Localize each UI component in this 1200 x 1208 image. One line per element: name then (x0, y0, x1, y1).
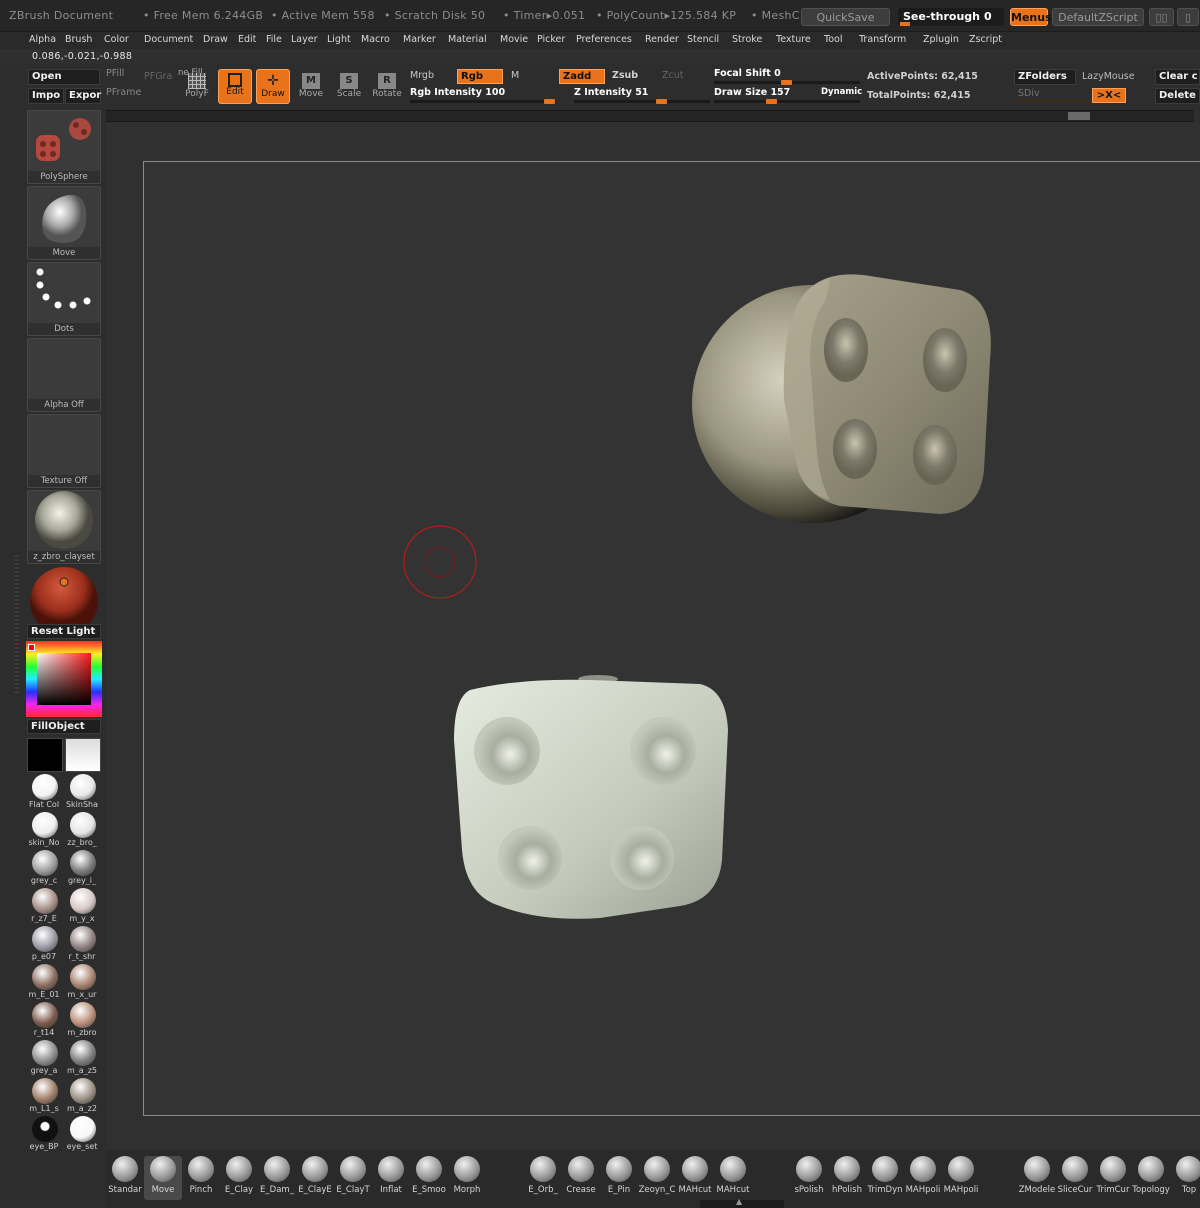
brush-4[interactable]: E_Dam_ (258, 1156, 296, 1200)
brush-icon-11 (568, 1156, 594, 1182)
brush-icon-16 (796, 1156, 822, 1182)
brush-6[interactable]: E_ClayT (334, 1156, 372, 1200)
brush-13[interactable]: Zeoyn_C (638, 1156, 676, 1200)
brush-20[interactable]: MAHpoli (942, 1156, 980, 1200)
brush-16[interactable]: sPolish (790, 1156, 828, 1200)
brush-icon-23 (1100, 1156, 1126, 1182)
brush-0[interactable]: Standar (106, 1156, 144, 1200)
brush-label-15: MAHcut (716, 1185, 750, 1195)
brush-icon-1 (150, 1156, 176, 1182)
brush-7[interactable]: Inflat (372, 1156, 410, 1200)
brush-label-25: Top (1181, 1185, 1197, 1195)
brush-icon-0 (112, 1156, 138, 1182)
brush-icon-12 (606, 1156, 632, 1182)
brush-cursor (403, 525, 477, 599)
brush-icon-5 (302, 1156, 328, 1182)
brush-12[interactable]: E_Pin (600, 1156, 638, 1200)
sphere-cube-model[interactable] (692, 274, 991, 523)
brush-icon-6 (340, 1156, 366, 1182)
brush-icon-7 (378, 1156, 404, 1182)
brush-icon-17 (834, 1156, 860, 1182)
brush-icon-24 (1138, 1156, 1164, 1182)
brush-icon-10 (530, 1156, 556, 1182)
brush-10[interactable]: E_Orb_ (524, 1156, 562, 1200)
brush-2[interactable]: Pinch (182, 1156, 220, 1200)
brush-icon-22 (1062, 1156, 1088, 1182)
brush-icon-20 (948, 1156, 974, 1182)
viewport-models (403, 274, 991, 919)
shelf-collapse-tab[interactable]: ▲ (700, 1197, 784, 1208)
brush-icon-21 (1024, 1156, 1050, 1182)
brush-icon-4 (264, 1156, 290, 1182)
brush-icon-19 (910, 1156, 936, 1182)
brush-icon-14 (682, 1156, 708, 1182)
brush-23[interactable]: TrimCur (1094, 1156, 1132, 1200)
brush-22[interactable]: SliceCur (1056, 1156, 1094, 1200)
brush-9[interactable]: Morph (448, 1156, 486, 1200)
brush-icon-3 (226, 1156, 252, 1182)
brush-25[interactable]: Top (1170, 1156, 1200, 1200)
brush-18[interactable]: TrimDyn (866, 1156, 904, 1200)
cube-model[interactable] (454, 675, 728, 919)
brush-15[interactable]: MAHcut (714, 1156, 752, 1200)
brush-icon-18 (872, 1156, 898, 1182)
brush-17[interactable]: hPolish (828, 1156, 866, 1200)
brush-14[interactable]: MAHcut (676, 1156, 714, 1200)
brush-icon-15 (720, 1156, 746, 1182)
brush-icon-2 (188, 1156, 214, 1182)
brush-label-9: Morph (453, 1185, 481, 1195)
brush-11[interactable]: Crease (562, 1156, 600, 1200)
brush-icon-25 (1176, 1156, 1200, 1182)
brush-icon-13 (644, 1156, 670, 1182)
brush-19[interactable]: MAHpoli (904, 1156, 942, 1200)
brush-icon-8 (416, 1156, 442, 1182)
brush-3[interactable]: E_Clay (220, 1156, 258, 1200)
brush-24[interactable]: Topology (1132, 1156, 1170, 1200)
zbrush-window: ZBrush Document • Free Mem 6.244GB • Act… (0, 0, 1200, 1208)
brush-5[interactable]: E_ClayE (296, 1156, 334, 1200)
brush-icon-9 (454, 1156, 480, 1182)
brush-1[interactable]: Move (144, 1156, 182, 1200)
brush-shelf: ▲ Standar Move Pinch E_Clay E_Dam_ E_ClayE E_C… (106, 1150, 1200, 1208)
brush-label-20: MAHpoli (943, 1185, 979, 1195)
brush-21[interactable]: ZModele (1018, 1156, 1056, 1200)
brush-8[interactable]: E_Smoo (410, 1156, 448, 1200)
